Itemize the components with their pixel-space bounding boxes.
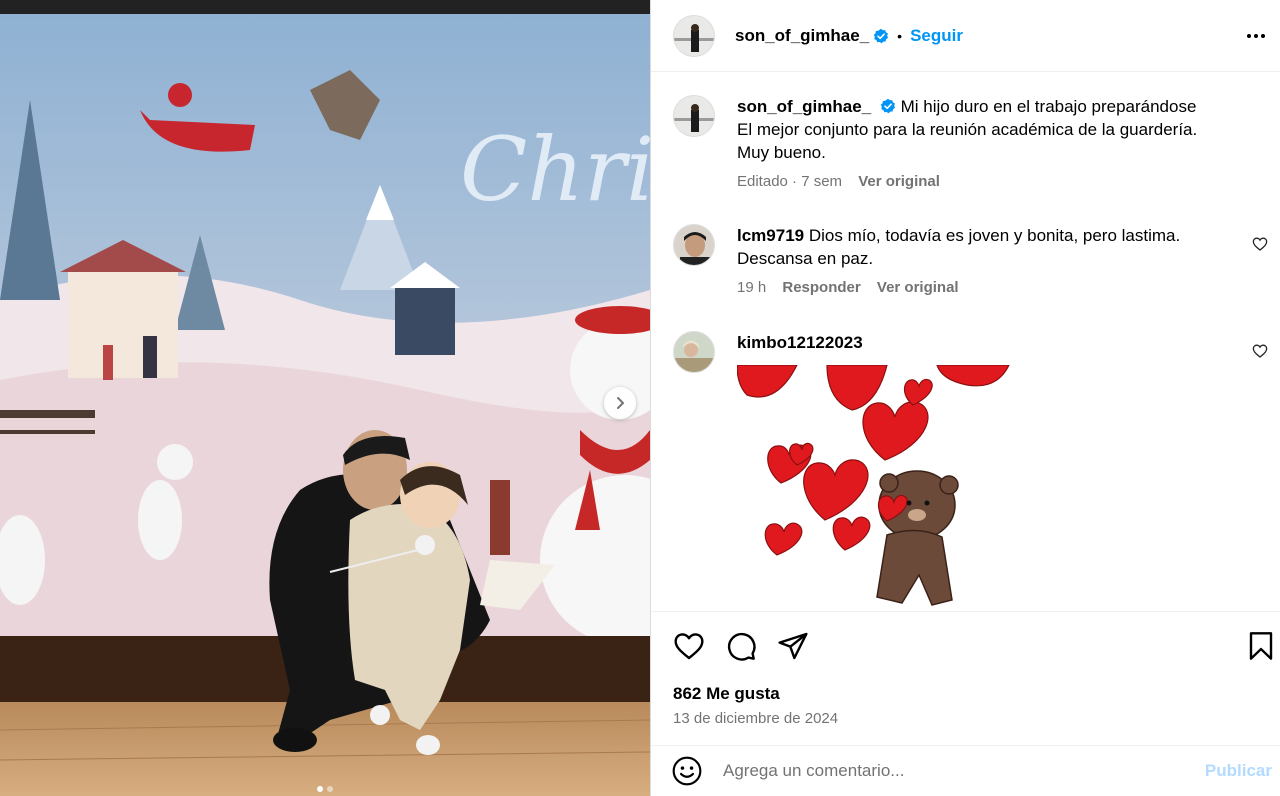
post-panel: son_of_gimhae_ • Seguir son_of_gimhae_ M… [650,0,1280,796]
caption-row: son_of_gimhae_ Mi hijo duro en el trabaj… [673,95,1268,195]
comment-like-icon[interactable] [1252,236,1268,252]
caption-text-line: Mi hijo duro en el trabajo preparándose [900,97,1197,116]
chevron-right-icon [617,397,624,409]
bookmark-icon[interactable] [1245,630,1277,662]
comments-list[interactable]: son_of_gimhae_ Mi hijo duro en el trabaj… [651,73,1280,611]
post-header: son_of_gimhae_ • Seguir [651,0,1280,72]
comment-see-original[interactable]: Ver original [877,279,959,296]
send-icon[interactable] [777,630,809,662]
carousel-indicator [0,786,650,792]
caption-text-line: Muy bueno. [737,143,826,162]
caption-author[interactable]: son_of_gimhae_ [737,97,871,116]
caption-meta: Editado · 7 sem Ver original [737,170,1238,193]
post-actions: 862 Me gusta 13 de diciembre de 2024 [651,611,1280,745]
carousel-dot-active [317,786,323,792]
caption-text-line: El mejor conjunto para la reunión académ… [737,120,1198,139]
post-date: 13 de diciembre de 2024 [673,710,839,727]
emoji-icon[interactable] [671,755,703,787]
commenter-avatar[interactable] [673,331,715,373]
carousel-dot [327,786,333,792]
author-username[interactable]: son_of_gimhae_ [735,26,869,46]
verified-badge-icon [880,98,895,114]
bear-figure [876,470,959,606]
avatar-image [674,15,714,56]
post-media[interactable]: Chris [0,0,650,796]
hearts-bear-sticker [737,365,1010,606]
caption-body: son_of_gimhae_ Mi hijo duro en el trabaj… [737,95,1238,193]
comment-row: kimbo12122023 [673,331,1268,611]
follow-button[interactable]: Seguir [910,26,963,46]
comment-input[interactable] [723,761,1205,781]
reply-button[interactable]: Responder [782,279,860,296]
like-count[interactable]: 862 Me gusta [673,684,780,704]
comment-icon[interactable] [725,630,757,662]
caption-avatar[interactable] [673,95,715,137]
commenter-avatar[interactable] [673,224,715,266]
comment-text-line: Dios mío, todavía es joven y bonita, per… [808,226,1181,245]
heart-icon[interactable] [673,630,705,662]
comment-row: lcm9719 Dios mío, todavía es joven y bon… [673,224,1268,304]
comment-author[interactable]: kimbo12122023 [737,333,863,352]
comment-meta: 19 h Responder Ver original [737,276,1238,299]
caption-edited: Editado · 7 sem [737,173,843,190]
comment-body: lcm9719 Dios mío, todavía es joven y bon… [737,224,1238,299]
verified-badge-icon [873,28,889,43]
avatar-image [674,225,714,265]
avatar-image [674,332,714,372]
comment-author[interactable]: lcm9719 [737,226,804,245]
header-separator: • [897,27,903,44]
comment-like-icon[interactable] [1252,343,1268,359]
comment-composer: Publicar [651,745,1280,796]
comment-body: kimbo12122023 [737,331,1238,354]
author-avatar[interactable] [673,14,715,57]
caption-see-original[interactable]: Ver original [858,173,940,190]
comment-time: 19 h [737,279,767,296]
publish-button[interactable]: Publicar [1205,761,1272,781]
comment-text-line: Descansa en paz. [737,249,874,268]
post-photo: Chris [0,0,650,796]
carousel-next-button[interactable] [604,387,636,419]
more-options-icon[interactable] [1244,24,1268,48]
avatar-image [674,96,714,136]
svg-text:Chris: Chris [460,118,650,221]
